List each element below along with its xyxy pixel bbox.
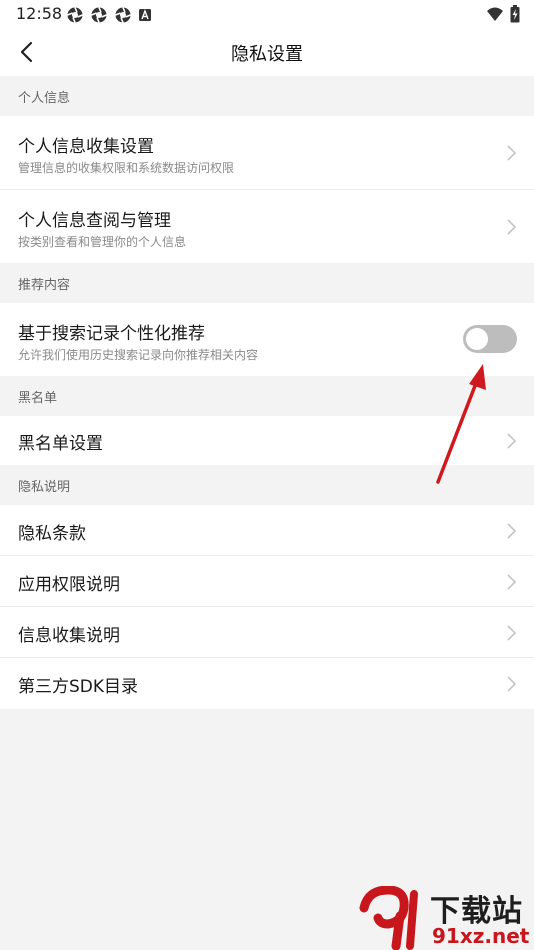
watermark-logo-icon (359, 886, 418, 950)
watermark: 下载站 91xz.net (358, 886, 534, 950)
row-personal-info-view[interactable]: 个人信息查阅与管理 按类别查看和管理你的个人信息 (0, 190, 534, 263)
section-header-personal: 个人信息 (0, 76, 534, 116)
row-title: 第三方SDK目录 (18, 677, 139, 697)
a-badge-icon (139, 9, 151, 21)
row-subtitle: 按类别查看和管理你的个人信息 (18, 235, 187, 249)
wifi-icon (487, 7, 503, 21)
status-bar: 12:58 (0, 0, 534, 28)
nav-bar: 隐私设置 (0, 28, 534, 76)
chevron-right-icon (507, 523, 516, 539)
row-title: 个人信息查阅与管理 (18, 211, 171, 231)
notification-icons (66, 6, 152, 24)
aperture-icon (91, 7, 107, 23)
row-title: 应用权限说明 (18, 575, 120, 595)
page-title: 隐私设置 (231, 44, 303, 65)
chevron-right-icon (507, 676, 516, 692)
row-blacklist-settings[interactable]: 黑名单设置 (0, 416, 534, 465)
section-label: 推荐内容 (18, 278, 71, 293)
chevron-right-icon (507, 433, 516, 449)
section-header-privacy: 隐私说明 (0, 465, 534, 505)
section-header-blacklist: 黑名单 (0, 376, 534, 416)
section-label: 个人信息 (18, 91, 71, 106)
chevron-right-icon (507, 574, 516, 590)
section-label: 隐私说明 (18, 480, 71, 495)
section-header-recommend: 推荐内容 (0, 263, 534, 303)
chevron-right-icon (507, 219, 516, 235)
section-label: 黑名单 (18, 391, 58, 406)
battery-charging-icon (510, 5, 520, 23)
watermark-url: 91xz.net (432, 924, 530, 948)
row-privacy-terms[interactable]: 隐私条款 (0, 505, 534, 556)
chevron-right-icon (507, 145, 516, 161)
row-title: 隐私条款 (18, 524, 86, 544)
aperture-icon (115, 7, 131, 23)
row-title: 个人信息收集设置 (18, 137, 154, 157)
row-info-collection-desc[interactable]: 信息收集说明 (0, 607, 534, 658)
row-title: 信息收集说明 (18, 626, 120, 646)
row-third-party-sdk[interactable]: 第三方SDK目录 (0, 658, 534, 709)
row-title: 基于搜索记录个性化推荐 (18, 324, 205, 344)
toggle-knob (466, 328, 488, 350)
status-right (486, 5, 520, 23)
personalized-recommend-toggle[interactable] (463, 325, 517, 353)
row-app-permissions[interactable]: 应用权限说明 (0, 556, 534, 607)
row-subtitle: 允许我们使用历史搜索记录向你推荐相关内容 (18, 348, 259, 362)
row-title: 黑名单设置 (18, 434, 103, 454)
row-subtitle: 管理信息的收集权限和系统数据访问权限 (18, 161, 235, 175)
row-personalized-recommend: 基于搜索记录个性化推荐 允许我们使用历史搜索记录向你推荐相关内容 (0, 303, 534, 376)
chevron-right-icon (507, 625, 516, 641)
row-personal-info-collection[interactable]: 个人信息收集设置 管理信息的收集权限和系统数据访问权限 (0, 116, 534, 190)
aperture-icon (67, 7, 83, 23)
status-time: 12:58 (16, 4, 63, 23)
